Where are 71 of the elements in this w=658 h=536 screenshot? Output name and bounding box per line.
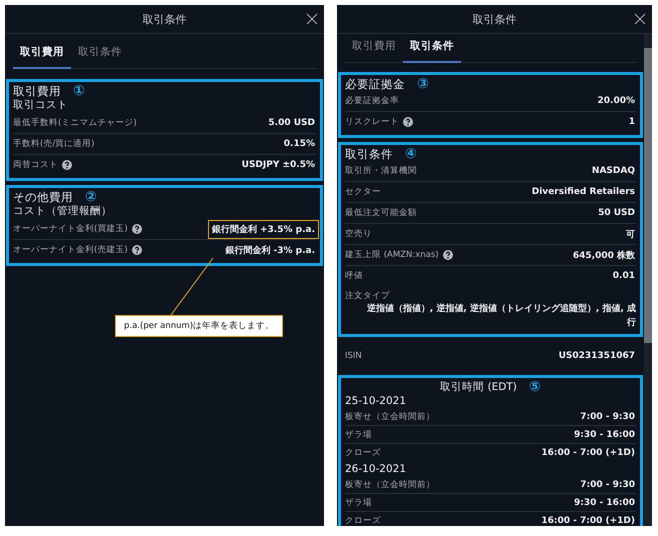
number-marker: ② (85, 190, 97, 204)
row-value: 銀行間金利 -3% p.a. (224, 244, 316, 258)
row-value: 0.15% (282, 138, 316, 151)
help-icon[interactable] (403, 117, 413, 127)
row-label: ISIN (345, 351, 362, 361)
date-heading: 25-10-2021 (345, 394, 408, 408)
help-icon[interactable] (132, 224, 142, 234)
row-label: クローズ (345, 514, 381, 526)
row-label: 空売り (345, 228, 372, 240)
row-label: 必要証拠金率 (345, 95, 399, 107)
row-value: 0.01 (612, 270, 636, 283)
row-value: 16:00 - 7:00 (+1D) (540, 514, 636, 526)
tab[interactable]: 取引費用 (345, 40, 403, 63)
row-value: 16:00 - 7:00 (+1D) (540, 446, 636, 460)
row-value: 9:30 - 16:00 (572, 428, 636, 442)
row-label: 建玉上限 (AMZN:xnas) (345, 249, 439, 261)
section-title: 取引時間 (EDT) (440, 380, 517, 394)
date-heading: 26-10-2021 (345, 462, 408, 476)
row-label: ザラ場 (345, 428, 372, 440)
help-icon[interactable] (62, 160, 72, 170)
row-label: オーバーナイト金利(買建玉) (13, 223, 128, 235)
row-label: 板寄せ（立会時間前） (345, 410, 435, 422)
number-marker: ⑤ (528, 380, 541, 394)
row-label: セクター (345, 186, 381, 198)
close-icon[interactable] (634, 13, 646, 25)
row-value: 645,000 株数 (572, 249, 636, 262)
number-marker: ① (73, 84, 85, 98)
row-value: 7:00 - 9:30 (579, 478, 636, 492)
row-label: 呼値 (345, 270, 363, 282)
row-label: 手数料(売/買に適用) (13, 138, 94, 150)
number-marker: ③ (417, 77, 429, 91)
row-value: 9:30 - 16:00 (572, 496, 636, 510)
row-label: 注文タイプ (345, 290, 390, 302)
close-icon[interactable] (306, 13, 318, 25)
row-value: 5.00 USD (267, 117, 316, 130)
window-title: 取引条件 (142, 12, 186, 26)
row-label: 板寄せ（立会時間前） (345, 478, 435, 490)
section-title: その他費用 (13, 190, 73, 204)
row-value: 7:00 - 9:30 (579, 410, 636, 424)
row-label: オーバーナイト金利(売建玉) (13, 244, 128, 256)
row-label: クローズ (345, 446, 381, 458)
number-marker: ④ (405, 147, 417, 161)
row-label: ザラ場 (345, 496, 372, 508)
row-value: 50 USD (597, 207, 636, 220)
row-value: NASDAQ (590, 165, 636, 178)
tab[interactable]: 取引条件 (403, 40, 461, 63)
row-label: 最低手数料(ミニマムチャージ) (13, 117, 137, 129)
section-title: 取引条件 (345, 147, 393, 161)
row-label: リスクレート (345, 116, 399, 128)
section-title: 必要証拠金 (345, 77, 405, 91)
highlighted-value: 銀行間金利 +3.5% p.a. (208, 220, 319, 238)
row-value: Diversified Retailers (530, 186, 636, 199)
tab[interactable]: 取引条件 (71, 46, 129, 69)
row-value: 逆指値（指値）, 逆指値, 逆指値（トレイリング追随型）, 指値, 成行 (366, 302, 636, 330)
help-icon[interactable] (442, 250, 453, 260)
annotation-note: p.a.(per annum)は年率を表します。 (115, 315, 284, 337)
window-title: 取引条件 (472, 12, 516, 26)
tab[interactable]: 取引費用 (13, 46, 71, 69)
row-value: USDJPY ±0.5% (240, 159, 316, 172)
help-icon[interactable] (132, 245, 142, 255)
section-title: 取引費用 (13, 84, 61, 98)
row-value: 1 (628, 116, 636, 129)
section-subtitle: 取引コスト (13, 98, 69, 113)
row-label: 両替コスト (13, 159, 58, 171)
row-label: 取引所・清算機関 (345, 165, 417, 177)
row-value: US0231351067 (558, 350, 636, 363)
scrollbar[interactable] (644, 34, 652, 526)
row-label: 最低注文可能金額 (345, 207, 417, 219)
row-value: 20.00% (596, 95, 636, 108)
section-subtitle: コスト（管理報酬） (13, 204, 113, 219)
row-value: 可 (625, 228, 636, 242)
